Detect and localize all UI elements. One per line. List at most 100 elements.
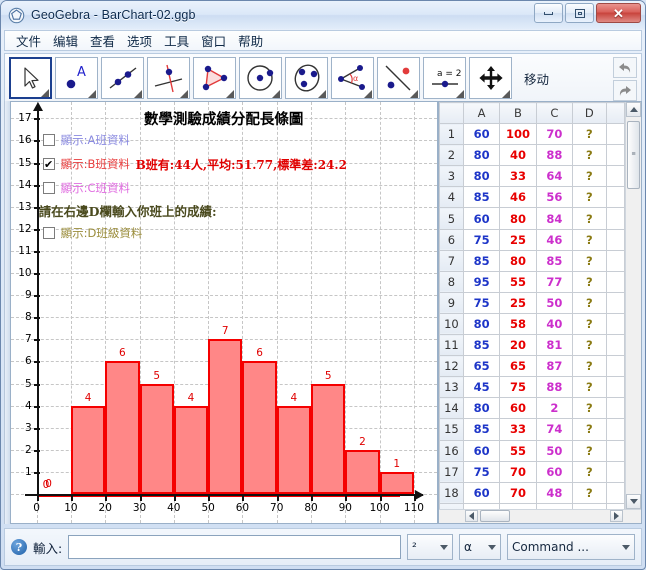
cell-column-b[interactable]: 55 <box>500 440 537 461</box>
cell-column-d[interactable]: ? <box>572 187 606 208</box>
superscript-dropdown[interactable]: ² <box>407 534 453 560</box>
menu-item-tools[interactable]: 工具 <box>158 30 195 51</box>
chart-bar[interactable] <box>174 406 208 494</box>
row-header-cell[interactable]: 17 <box>439 461 464 482</box>
cell-column-b[interactable]: 46 <box>500 187 537 208</box>
cell-column-e[interactable] <box>606 377 624 398</box>
checkbox-row-class-b[interactable]: ✔ 顯示:B班資料 <box>43 156 130 172</box>
cell-column-d[interactable]: ? <box>572 166 606 187</box>
cell-column-d[interactable]: ? <box>572 440 606 461</box>
move-graphics-tool-button[interactable] <box>469 57 512 99</box>
cell-column-e[interactable] <box>606 292 624 313</box>
maximize-button[interactable] <box>565 3 594 23</box>
cell-column-a[interactable]: 65 <box>464 356 500 377</box>
column-header-b[interactable]: B <box>500 103 537 124</box>
move-tool-button[interactable] <box>9 57 52 99</box>
cell-column-e[interactable] <box>606 398 624 419</box>
cell-column-c[interactable]: 64 <box>537 166 573 187</box>
row-header-cell[interactable]: 15 <box>439 419 464 440</box>
cell-column-c[interactable]: 81 <box>537 335 573 356</box>
spreadsheet-horizontal-scrollbar[interactable] <box>439 509 641 523</box>
spreadsheet-corner-cell[interactable] <box>439 103 464 124</box>
row-header-cell[interactable]: 9 <box>439 292 464 313</box>
chart-bar[interactable] <box>345 450 379 494</box>
row-header-cell[interactable]: 16 <box>439 440 464 461</box>
cell-column-c[interactable]: 88 <box>537 377 573 398</box>
cell-column-d[interactable]: ? <box>572 313 606 334</box>
checkbox-class-d[interactable] <box>43 227 55 239</box>
scroll-down-button[interactable] <box>626 494 641 509</box>
cell-column-b[interactable]: 75 <box>500 377 537 398</box>
row-header-cell[interactable]: 11 <box>439 335 464 356</box>
cell-column-b[interactable]: 65 <box>500 356 537 377</box>
checkbox-row-class-a[interactable]: 顯示:A班資料 <box>43 132 130 148</box>
menu-item-file[interactable]: 文件 <box>10 30 47 51</box>
cell-column-a[interactable]: 80 <box>464 166 500 187</box>
cell-column-b[interactable]: 55 <box>500 271 537 292</box>
horizontal-scroll-thumb[interactable] <box>480 510 510 522</box>
perpendicular-line-tool-button[interactable] <box>147 57 190 99</box>
cell-column-d[interactable]: ? <box>572 377 606 398</box>
cell-column-c[interactable]: 48 <box>537 482 573 503</box>
checkbox-row-class-c[interactable]: 顯示:C班資料 <box>43 180 130 196</box>
cell-column-c[interactable]: 85 <box>537 250 573 271</box>
cell-column-c[interactable]: 60 <box>537 461 573 482</box>
cell-column-a[interactable]: 85 <box>464 335 500 356</box>
cell-column-e[interactable] <box>606 229 624 250</box>
row-header-cell[interactable]: 1 <box>439 124 464 145</box>
cell-column-a[interactable]: 95 <box>464 271 500 292</box>
cell-column-b[interactable]: 33 <box>500 419 537 440</box>
chart-bar[interactable] <box>208 339 242 494</box>
cell-column-e[interactable] <box>606 356 624 377</box>
cell-column-e[interactable] <box>606 461 624 482</box>
cell-column-b[interactable]: 100 <box>500 124 537 145</box>
column-header-e[interactable] <box>606 103 624 124</box>
undo-button[interactable] <box>613 57 637 78</box>
input-field[interactable] <box>68 535 401 559</box>
tool-dropdown-corner[interactable] <box>226 90 234 98</box>
cell-column-e[interactable] <box>606 166 624 187</box>
cell-column-c[interactable]: 40 <box>537 313 573 334</box>
angle-tool-button[interactable]: α <box>331 57 374 99</box>
cell-column-a[interactable]: 60 <box>464 482 500 503</box>
column-header-d[interactable]: D <box>572 103 606 124</box>
row-header-cell[interactable]: 3 <box>439 166 464 187</box>
cell-column-a[interactable]: 80 <box>464 398 500 419</box>
tool-dropdown-corner[interactable] <box>318 90 326 98</box>
close-button[interactable]: ✕ <box>596 3 641 23</box>
menu-item-help[interactable]: 帮助 <box>232 30 269 51</box>
redo-button[interactable] <box>613 80 637 101</box>
cell-column-e[interactable] <box>606 208 624 229</box>
cell-column-e[interactable] <box>606 187 624 208</box>
cell-column-a[interactable]: 60 <box>464 440 500 461</box>
cell-column-a[interactable]: 45 <box>464 377 500 398</box>
cell-column-a[interactable]: 85 <box>464 250 500 271</box>
checkbox-row-class-d[interactable]: 顯示:D班級資料 <box>43 225 143 241</box>
cell-column-b[interactable]: 70 <box>500 482 537 503</box>
cell-column-a[interactable]: 80 <box>464 145 500 166</box>
tool-dropdown-corner[interactable] <box>180 90 188 98</box>
cell-column-e[interactable] <box>606 145 624 166</box>
menu-item-view[interactable]: 查看 <box>84 30 121 51</box>
point-tool-button[interactable]: A <box>55 57 98 99</box>
column-header-c[interactable]: C <box>537 103 573 124</box>
cell-column-d[interactable]: ? <box>572 124 606 145</box>
cell-column-b[interactable]: 25 <box>500 229 537 250</box>
menu-item-options[interactable]: 选项 <box>121 30 158 51</box>
scroll-right-button[interactable] <box>610 510 623 522</box>
cell-column-c[interactable]: 74 <box>537 419 573 440</box>
tool-dropdown-corner[interactable] <box>502 90 510 98</box>
slider-tool-button[interactable]: a = 2 <box>423 57 466 99</box>
tool-dropdown-corner[interactable] <box>272 90 280 98</box>
symbol-dropdown[interactable]: α <box>459 534 501 560</box>
row-header-cell[interactable]: 2 <box>439 145 464 166</box>
cell-column-b[interactable]: 80 <box>500 208 537 229</box>
cell-column-b[interactable]: 70 <box>500 461 537 482</box>
cell-column-d[interactable]: ? <box>572 398 606 419</box>
column-header-a[interactable]: A <box>464 103 500 124</box>
row-header-cell[interactable]: 8 <box>439 271 464 292</box>
scroll-up-button[interactable] <box>626 102 641 117</box>
cell-column-d[interactable]: ? <box>572 271 606 292</box>
cell-column-a[interactable]: 60 <box>464 124 500 145</box>
minimize-button[interactable] <box>534 3 563 23</box>
